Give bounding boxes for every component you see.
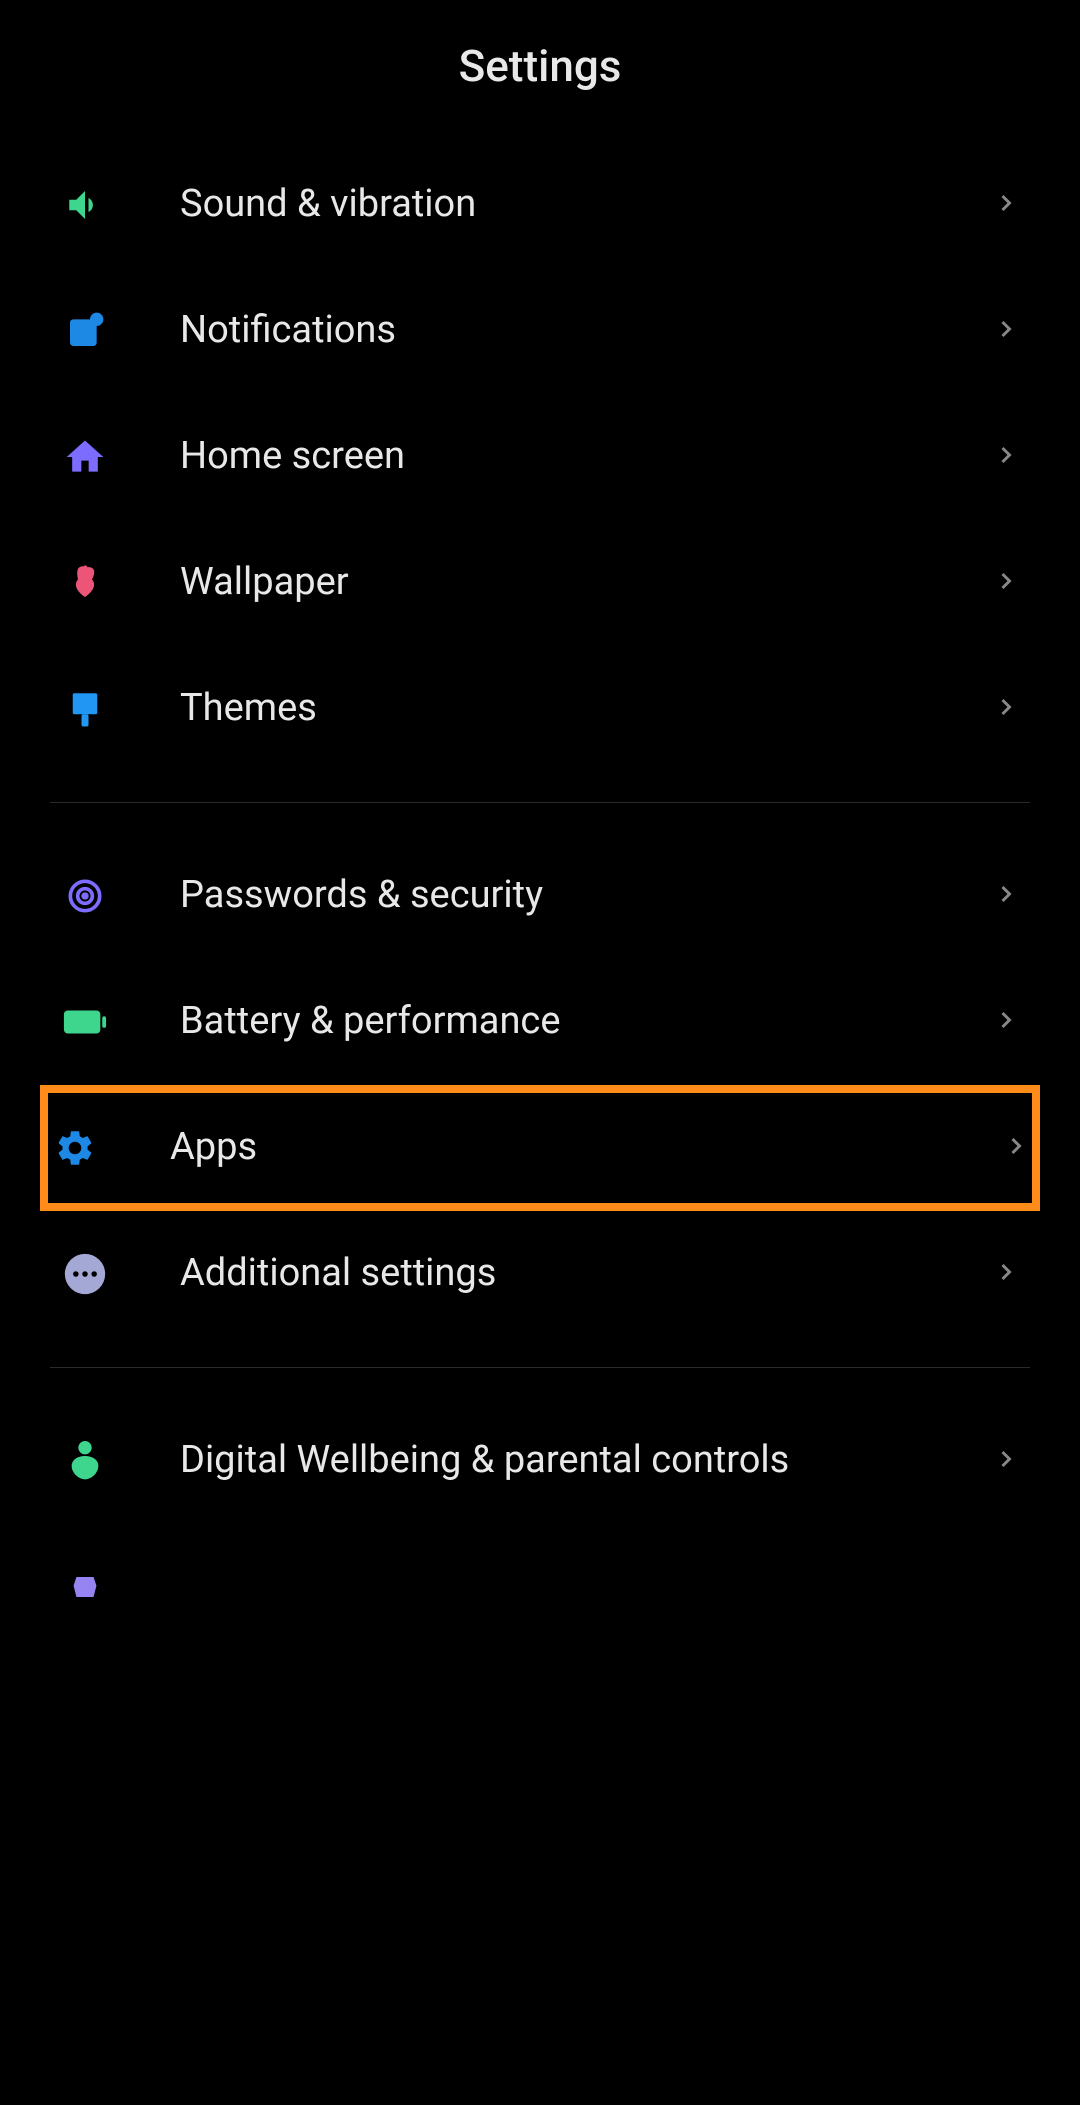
home-icon xyxy=(60,432,110,482)
settings-item-sound-vibration[interactable]: Sound & vibration xyxy=(50,142,1030,268)
themes-icon xyxy=(60,684,110,734)
settings-item-home-screen[interactable]: Home screen xyxy=(50,394,1030,520)
item-label: Digital Wellbeing & parental controls xyxy=(180,1436,992,1485)
item-label: Passwords & security xyxy=(180,871,992,920)
chevron-right-icon xyxy=(992,441,1020,473)
chevron-right-icon xyxy=(992,693,1020,725)
settings-item-special-features[interactable] xyxy=(50,1524,1030,1650)
item-label: Battery & performance xyxy=(180,997,992,1046)
settings-list: Sound & vibration Notifications xyxy=(0,142,1080,1650)
settings-item-wallpaper[interactable]: Wallpaper xyxy=(50,520,1030,646)
settings-item-digital-wellbeing[interactable]: Digital Wellbeing & parental controls xyxy=(50,1398,1030,1524)
apps-icon xyxy=(50,1123,100,1173)
battery-icon xyxy=(60,997,110,1047)
item-label: Notifications xyxy=(180,306,992,355)
item-label: Apps xyxy=(170,1123,1002,1172)
wellbeing-icon xyxy=(60,1436,110,1486)
item-label: Home screen xyxy=(180,432,992,481)
item-label: Sound & vibration xyxy=(180,180,992,229)
settings-item-apps[interactable]: Apps xyxy=(40,1085,1040,1211)
chevron-right-icon xyxy=(1002,1132,1030,1164)
item-label: Wallpaper xyxy=(180,558,992,607)
settings-item-notifications[interactable]: Notifications xyxy=(50,268,1030,394)
settings-item-battery-performance[interactable]: Battery & performance xyxy=(50,959,1030,1085)
header: Settings xyxy=(0,0,1080,142)
settings-item-passwords-security[interactable]: Passwords & security xyxy=(50,833,1030,959)
settings-item-additional-settings[interactable]: Additional settings xyxy=(50,1211,1030,1337)
sound-icon xyxy=(60,180,110,230)
chevron-right-icon xyxy=(992,189,1020,221)
chevron-right-icon xyxy=(992,1258,1020,1290)
chevron-right-icon xyxy=(992,1006,1020,1038)
wallpaper-icon xyxy=(60,558,110,608)
chevron-right-icon xyxy=(992,1445,1020,1477)
chevron-right-icon xyxy=(992,315,1020,347)
special-icon xyxy=(60,1562,110,1612)
notifications-icon xyxy=(60,306,110,356)
section-divider xyxy=(50,1367,1030,1368)
fingerprint-icon xyxy=(60,871,110,921)
page-title: Settings xyxy=(0,40,1080,92)
section-divider xyxy=(50,802,1030,803)
chevron-right-icon xyxy=(992,880,1020,912)
settings-item-themes[interactable]: Themes xyxy=(50,646,1030,772)
item-label: Themes xyxy=(180,684,992,733)
item-label: Additional settings xyxy=(180,1249,992,1298)
more-icon xyxy=(60,1249,110,1299)
chevron-right-icon xyxy=(992,567,1020,599)
